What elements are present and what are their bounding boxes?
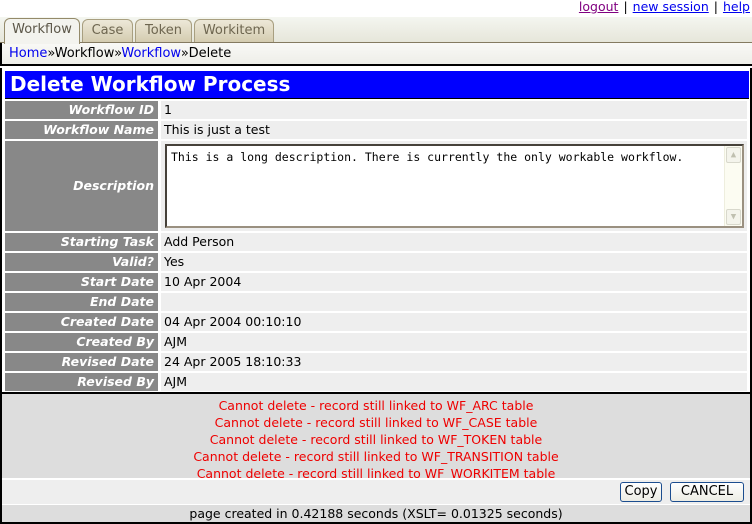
error-messages: Cannot delete - record still linked to W…: [2, 392, 750, 481]
field-value: This is just a test: [161, 121, 747, 139]
description-textarea[interactable]: This is a long description. There is cur…: [165, 144, 744, 228]
breadcrumb-workflow-current: Workflow: [54, 46, 115, 61]
breadcrumb-home[interactable]: Home: [9, 46, 47, 61]
field-value: AJM: [161, 373, 747, 391]
breadcrumb-workflow-link[interactable]: Workflow: [121, 46, 180, 61]
breadcrumb-separator: »: [180, 46, 189, 61]
field-start-date: Start Date 10 Apr 2004: [5, 273, 747, 291]
field-label: Valid?: [5, 253, 158, 271]
field-label: Workflow ID: [5, 101, 158, 119]
copy-button[interactable]: Copy: [620, 482, 662, 502]
field-workflow-name: Workflow Name This is just a test: [5, 121, 747, 139]
field-starting-task: Starting Task Add Person: [5, 233, 747, 251]
field-label: End Date: [5, 293, 158, 311]
scroll-down-icon[interactable]: ▼: [726, 209, 741, 225]
tab-workflow[interactable]: Workflow: [4, 18, 80, 44]
error-message: Cannot delete - record still linked to W…: [218, 398, 534, 413]
field-label: Workflow Name: [5, 121, 158, 139]
error-message: Cannot delete - record still linked to W…: [209, 432, 543, 447]
cancel-button[interactable]: CANCEL: [670, 482, 744, 502]
field-label: Created Date: [5, 313, 158, 331]
field-value: This is a long description. There is cur…: [161, 141, 747, 231]
error-message: Cannot delete - record still linked to W…: [193, 449, 559, 464]
main-panel: Delete Workflow Process Workflow ID 1 Wo…: [0, 68, 752, 524]
page-footer: page created in 0.42188 seconds (XSLT= 0…: [2, 505, 750, 524]
breadcrumb-separator: »: [47, 46, 55, 61]
tab-token[interactable]: Token: [135, 19, 192, 42]
separator: |: [713, 0, 718, 14]
field-label: Start Date: [5, 273, 158, 291]
page-title: Delete Workflow Process: [5, 71, 749, 99]
field-label: Description: [5, 141, 158, 231]
field-end-date: End Date: [5, 293, 747, 311]
help-link[interactable]: help: [723, 0, 750, 14]
action-bar: Copy CANCEL: [2, 480, 750, 504]
breadcrumb: Home»Workflow»Workflow»Delete: [0, 43, 752, 66]
field-label: Created By: [5, 333, 158, 351]
tab-workitem[interactable]: Workitem: [194, 19, 274, 42]
field-label: Revised By: [5, 373, 158, 391]
field-revised-by: Revised By AJM: [5, 373, 747, 391]
tab-case[interactable]: Case: [82, 19, 133, 42]
scrollbar[interactable]: ▲ ▼: [724, 146, 742, 226]
field-value: Yes: [161, 253, 747, 271]
field-value: 24 Apr 2005 18:10:33: [161, 353, 747, 371]
field-valid: Valid? Yes: [5, 253, 747, 271]
top-links: logout | new session | help: [579, 0, 750, 15]
tab-bar: Workflow Case Token Workitem: [0, 17, 752, 44]
field-value: 04 Apr 2004 00:10:10: [161, 313, 747, 331]
field-label: Starting Task: [5, 233, 158, 251]
field-value: AJM: [161, 333, 747, 351]
breadcrumb-delete: Delete: [188, 46, 232, 61]
field-created-by: Created By AJM: [5, 333, 747, 351]
field-value: Add Person: [161, 233, 747, 251]
logout-link[interactable]: logout: [579, 0, 619, 14]
new-session-link[interactable]: new session: [633, 0, 709, 14]
field-revised-date: Revised Date 24 Apr 2005 18:10:33: [5, 353, 747, 371]
field-description: Description This is a long description. …: [5, 141, 747, 231]
field-workflow-id: Workflow ID 1: [5, 101, 747, 119]
field-value: [161, 293, 747, 311]
scroll-up-icon[interactable]: ▲: [726, 147, 741, 163]
field-value: 1: [161, 101, 747, 119]
error-message: Cannot delete - record still linked to W…: [214, 415, 538, 430]
field-value: 10 Apr 2004: [161, 273, 747, 291]
description-text: This is a long description. There is cur…: [171, 150, 684, 164]
separator: |: [623, 0, 628, 14]
field-label: Revised Date: [5, 353, 158, 371]
field-created-date: Created Date 04 Apr 2004 00:10:10: [5, 313, 747, 331]
